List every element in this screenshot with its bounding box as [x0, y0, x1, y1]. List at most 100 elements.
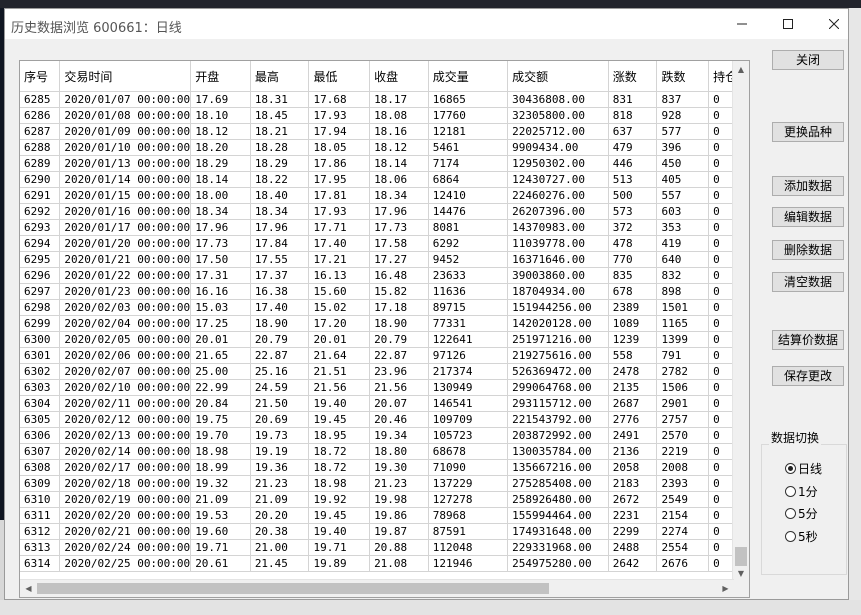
table-cell[interactable]: 17.40: [308, 235, 371, 252]
table-cell[interactable]: 17760: [428, 107, 509, 124]
table-cell[interactable]: 17.84: [250, 235, 310, 252]
table-cell[interactable]: 2135: [608, 379, 658, 396]
table-cell[interactable]: 20.07: [369, 395, 429, 412]
table-cell[interactable]: 25.00: [190, 363, 251, 380]
table-cell[interactable]: 2020/01/07 00:00:00: [59, 91, 192, 108]
table-cell[interactable]: 898: [656, 283, 710, 300]
table-cell[interactable]: 2020/02/06 00:00:00: [59, 347, 192, 364]
table-cell[interactable]: 19.45: [308, 507, 371, 524]
table-cell[interactable]: 26207396.00: [507, 203, 609, 220]
table-cell[interactable]: 2491: [608, 427, 658, 444]
table-cell[interactable]: 558: [608, 347, 658, 364]
table-cell[interactable]: 12950302.00: [507, 155, 609, 172]
table-cell[interactable]: 6309: [20, 475, 61, 492]
table-cell[interactable]: 2672: [608, 491, 658, 508]
table-cell[interactable]: 18.72: [308, 459, 371, 476]
table-cell[interactable]: 24.59: [250, 379, 310, 396]
table-row[interactable]: 6298 2020/02/03 00:00:00 15.03 17.40 15.02 17…: [20, 299, 749, 316]
table-cell[interactable]: 2782: [656, 363, 710, 380]
table-cell[interactable]: 2642: [608, 555, 658, 572]
table-cell[interactable]: 18.72: [308, 443, 371, 460]
table-cell[interactable]: 21.56: [308, 379, 371, 396]
table-cell[interactable]: 142020128.00: [507, 315, 609, 332]
table-row[interactable]: 6297 2020/01/23 00:00:00 16.16 16.38 15.60 15…: [20, 283, 749, 300]
table-row[interactable]: 6313 2020/02/24 00:00:00 19.71 21.00 19.71 20…: [20, 539, 749, 556]
table-cell[interactable]: 928: [656, 107, 710, 124]
table-cell[interactable]: 293115712.00: [507, 395, 609, 412]
table-cell[interactable]: 6297: [20, 283, 61, 300]
table-cell[interactable]: 20.88: [369, 539, 429, 556]
table-cell[interactable]: 20.79: [250, 331, 310, 348]
table-cell[interactable]: 419: [656, 235, 710, 252]
table-cell[interactable]: 87591: [428, 523, 509, 540]
table-row[interactable]: 6308 2020/02/17 00:00:00 18.99 19.36 18.72 19…: [20, 459, 749, 476]
table-cell[interactable]: 2020/02/19 00:00:00: [59, 491, 192, 508]
table-cell[interactable]: 8081: [428, 219, 509, 236]
table-cell[interactable]: 21.08: [369, 555, 429, 572]
column-header[interactable]: 收盘: [369, 61, 429, 92]
table-cell[interactable]: 18.28: [250, 139, 310, 156]
table-cell[interactable]: 2020/02/12 00:00:00: [59, 411, 192, 428]
table-cell[interactable]: 603: [656, 203, 710, 220]
table-row[interactable]: 6299 2020/02/04 00:00:00 17.25 18.90 17.20 18…: [20, 315, 749, 332]
table-cell[interactable]: 2020/01/16 00:00:00: [59, 203, 192, 220]
table-cell[interactable]: 20.38: [250, 523, 310, 540]
table-cell[interactable]: 21.51: [308, 363, 371, 380]
table-cell[interactable]: 21.23: [369, 475, 429, 492]
table-cell[interactable]: 1165: [656, 315, 710, 332]
scroll-left-icon[interactable]: ◀: [20, 580, 37, 597]
table-cell[interactable]: 17.96: [250, 219, 310, 236]
edit-data-button[interactable]: 编辑数据: [772, 207, 844, 227]
minimize-button[interactable]: [719, 9, 765, 39]
table-cell[interactable]: 17.94: [308, 123, 371, 140]
table-cell[interactable]: 19.60: [190, 523, 251, 540]
table-cell[interactable]: 14476: [428, 203, 509, 220]
table-cell[interactable]: 6313: [20, 539, 61, 556]
table-cell[interactable]: 405: [656, 171, 710, 188]
table-cell[interactable]: 18.21: [250, 123, 310, 140]
table-cell[interactable]: 127278: [428, 491, 509, 508]
table-cell[interactable]: 2389: [608, 299, 658, 316]
table-cell[interactable]: 2154: [656, 507, 710, 524]
table-cell[interactable]: 130949: [428, 379, 509, 396]
table-cell[interactable]: 22.87: [369, 347, 429, 364]
radio-5sec[interactable]: 5秒: [785, 528, 818, 544]
table-cell[interactable]: 130035784.00: [507, 443, 609, 460]
table-row[interactable]: 6311 2020/02/20 00:00:00 19.53 20.20 19.45 19…: [20, 507, 749, 524]
table-cell[interactable]: 6307: [20, 443, 61, 460]
table-cell[interactable]: 6291: [20, 187, 61, 204]
table-cell[interactable]: 18.08: [369, 107, 429, 124]
table-cell[interactable]: 19.36: [250, 459, 310, 476]
table-cell[interactable]: 18.80: [369, 443, 429, 460]
table-cell[interactable]: 2020/02/11 00:00:00: [59, 395, 192, 412]
table-cell[interactable]: 20.01: [190, 331, 251, 348]
table-cell[interactable]: 1089: [608, 315, 658, 332]
table-cell[interactable]: 446: [608, 155, 658, 172]
table-cell[interactable]: 2020/01/20 00:00:00: [59, 235, 192, 252]
table-cell[interactable]: 6292: [20, 203, 61, 220]
table-cell[interactable]: 22025712.00: [507, 123, 609, 140]
table-cell[interactable]: 2299: [608, 523, 658, 540]
table-cell[interactable]: 6864: [428, 171, 509, 188]
table-cell[interactable]: 17.40: [250, 299, 310, 316]
table-cell[interactable]: 18.20: [190, 139, 251, 156]
table-cell[interactable]: 2020/02/05 00:00:00: [59, 331, 192, 348]
table-cell[interactable]: 155994464.00: [507, 507, 609, 524]
table-cell[interactable]: 2676: [656, 555, 710, 572]
vertical-scroll-thumb[interactable]: [735, 547, 747, 566]
radio-1min[interactable]: 1分: [785, 483, 818, 499]
table-cell[interactable]: 217374: [428, 363, 509, 380]
settlement-data-button[interactable]: 结算价数据: [772, 330, 844, 350]
table-cell[interactable]: 17.58: [369, 235, 429, 252]
table-cell[interactable]: 2020/02/10 00:00:00: [59, 379, 192, 396]
table-cell[interactable]: 16.16: [190, 283, 251, 300]
table-cell[interactable]: 2020/02/21 00:00:00: [59, 523, 192, 540]
table-cell[interactable]: 1501: [656, 299, 710, 316]
table-cell[interactable]: 71090: [428, 459, 509, 476]
table-cell[interactable]: 500: [608, 187, 658, 204]
table-cell[interactable]: 6314: [20, 555, 61, 572]
table-cell[interactable]: 19.98: [369, 491, 429, 508]
radio-daily[interactable]: 日线: [785, 460, 822, 476]
table-cell[interactable]: 146541: [428, 395, 509, 412]
table-cell[interactable]: 6300: [20, 331, 61, 348]
